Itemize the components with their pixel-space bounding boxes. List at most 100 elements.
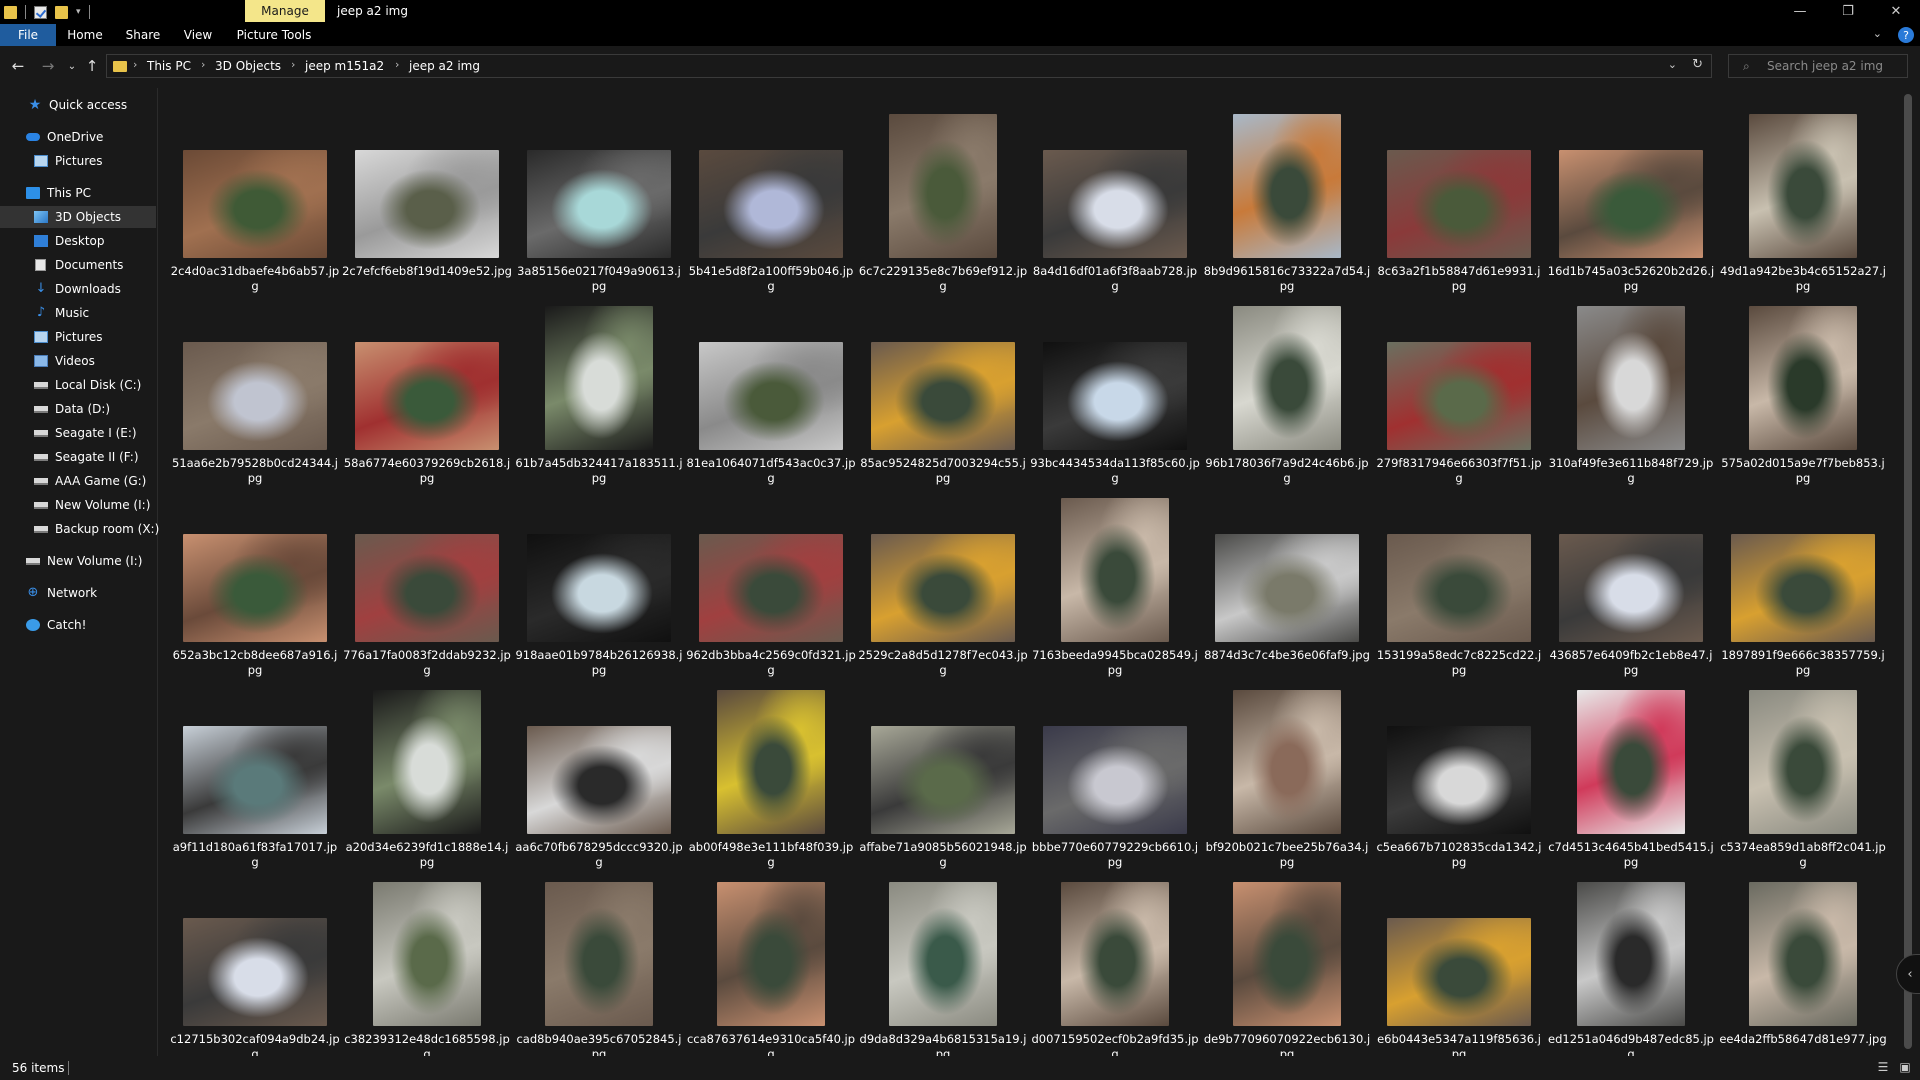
file-item[interactable]: 16d1b745a03c52620b2d26.jpg bbox=[1546, 100, 1716, 293]
sidebar-item-videos[interactable]: Videos bbox=[0, 350, 156, 372]
file-item[interactable]: aa6c70fb678295dccc9320.jpg bbox=[514, 676, 684, 869]
large-icons-view-icon[interactable]: ▣ bbox=[1898, 1060, 1912, 1074]
file-item[interactable]: 8a4d16df01a6f3f8aab728.jpg bbox=[1030, 100, 1200, 293]
file-item[interactable]: c5374ea859d1ab8ff2c041.jpg bbox=[1718, 676, 1888, 869]
file-item[interactable]: a9f11d180a61f83fa17017.jpg bbox=[170, 676, 340, 869]
scrollbar-thumb[interactable] bbox=[1904, 94, 1912, 1049]
breadcrumb-this-pc[interactable]: This PC bbox=[147, 59, 191, 73]
address-bar[interactable]: › This PC › 3D Objects › jeep m151a2 › j… bbox=[106, 54, 1712, 78]
file-item[interactable]: bbbe770e60779229cb6610.jpg bbox=[1030, 676, 1200, 869]
properties-icon[interactable] bbox=[34, 5, 47, 19]
file-item[interactable]: 776a17fa0083f2ddab9232.jpg bbox=[342, 484, 512, 677]
file-item[interactable]: c12715b302caf094a9db24.jpg bbox=[170, 868, 340, 1056]
breadcrumb-separator-icon[interactable]: › bbox=[133, 58, 137, 71]
breadcrumb-separator-icon[interactable]: › bbox=[291, 58, 295, 71]
sidebar-item-local-disk-c[interactable]: Local Disk (C:) bbox=[0, 374, 156, 396]
file-item[interactable]: e6b0443e5347a119f85636.jpg bbox=[1374, 868, 1544, 1056]
sidebar-item-downloads[interactable]: ↓ Downloads bbox=[0, 278, 156, 300]
sidebar-item-desktop[interactable]: Desktop bbox=[0, 230, 156, 252]
search-input[interactable] bbox=[1767, 57, 1903, 75]
file-item[interactable]: 96b178036f7a9d24c46b6.jpg bbox=[1202, 292, 1372, 485]
file-item[interactable]: ed1251a046d9b487edc85.jpg bbox=[1546, 868, 1716, 1056]
breadcrumb-jeep-m151a2[interactable]: jeep m151a2 bbox=[305, 59, 384, 73]
sidebar-item-quick-access[interactable]: ★ Quick access bbox=[0, 94, 156, 116]
file-item[interactable]: 6c7c229135e8c7b69ef912.jpg bbox=[858, 100, 1028, 293]
sidebar-item-seagate-f[interactable]: Seagate II (F:) bbox=[0, 446, 156, 468]
file-item[interactable]: bf920b021c7bee25b76a34.jpg bbox=[1202, 676, 1372, 869]
vertical-scrollbar[interactable] bbox=[1900, 90, 1918, 1056]
tab-home[interactable]: Home bbox=[60, 24, 110, 46]
file-item[interactable]: de9b77096070922ecb6130.jpg bbox=[1202, 868, 1372, 1056]
file-item[interactable]: 1897891f9e666c38357759.jpg bbox=[1718, 484, 1888, 677]
search-box[interactable]: ⌕ bbox=[1728, 54, 1908, 78]
minimize-button[interactable]: — bbox=[1780, 2, 1820, 20]
sidebar-item-seagate-e[interactable]: Seagate I (E:) bbox=[0, 422, 156, 444]
help-icon[interactable]: ? bbox=[1898, 27, 1914, 43]
sidebar-item-new-volume-i-root[interactable]: New Volume (I:) bbox=[0, 550, 156, 572]
new-folder-icon[interactable] bbox=[55, 5, 68, 19]
sidebar-item-documents[interactable]: Documents bbox=[0, 254, 156, 276]
back-icon[interactable]: ← bbox=[8, 56, 28, 76]
file-item[interactable]: 962db3bba4c2569c0fd321.jpg bbox=[686, 484, 856, 677]
sidebar-item-this-pc[interactable]: This PC bbox=[0, 182, 156, 204]
file-item[interactable]: 49d1a942be3b4c65152a27.jpg bbox=[1718, 100, 1888, 293]
breadcrumb-separator-icon[interactable]: › bbox=[395, 58, 399, 71]
file-item[interactable]: 575a02d015a9e7f7beb853.jpg bbox=[1718, 292, 1888, 485]
file-item[interactable]: cad8b940ae395c67052845.jpg bbox=[514, 868, 684, 1056]
file-item[interactable]: a20d34e6239fd1c1888e14.jpg bbox=[342, 676, 512, 869]
file-item[interactable]: c38239312e48dc1685598.jpg bbox=[342, 868, 512, 1056]
file-item[interactable]: ab00f498e3e111bf48f039.jpg bbox=[686, 676, 856, 869]
file-item[interactable]: 652a3bc12cb8dee687a916.jpg bbox=[170, 484, 340, 677]
file-item[interactable]: 8c63a2f1b58847d61e9931.jpg bbox=[1374, 100, 1544, 293]
file-item[interactable]: 279f8317946e66303f7f51.jpg bbox=[1374, 292, 1544, 485]
file-item[interactable]: 153199a58edc7c8225cd22.jpg bbox=[1374, 484, 1544, 677]
breadcrumb-3d-objects[interactable]: 3D Objects bbox=[215, 59, 281, 73]
file-item[interactable]: 51aa6e2b79528b0cd24344.jpg bbox=[170, 292, 340, 485]
file-item[interactable]: 2c4d0ac31dbaefe4b6ab57.jpg bbox=[170, 100, 340, 293]
file-item[interactable]: 93bc4434534da113f85c60.jpg bbox=[1030, 292, 1200, 485]
file-item[interactable]: 8b9d9615816c73322a7d54.jpg bbox=[1202, 100, 1372, 293]
file-item[interactable]: affabe71a9085b56021948.jpg bbox=[858, 676, 1028, 869]
file-item[interactable]: 7163beeda9945bca028549.jpg bbox=[1030, 484, 1200, 677]
manage-tab[interactable]: Manage bbox=[245, 0, 325, 22]
file-item[interactable]: 436857e6409fb2c1eb8e47.jpg bbox=[1546, 484, 1716, 677]
breadcrumb-jeep-a2-img[interactable]: jeep a2 img bbox=[409, 59, 480, 73]
forward-icon[interactable]: → bbox=[38, 56, 58, 76]
file-item[interactable]: 5b41e5d8f2a100ff59b046.jpg bbox=[686, 100, 856, 293]
customize-toolbar-icon[interactable]: ▾ bbox=[76, 7, 81, 17]
tab-share[interactable]: Share bbox=[118, 24, 168, 46]
sidebar-item-network[interactable]: ⊕ Network bbox=[0, 582, 156, 604]
tab-picture-tools[interactable]: Picture Tools bbox=[232, 24, 316, 46]
file-item[interactable]: 310af49fe3e611b848f729.jpg bbox=[1546, 292, 1716, 485]
file-item[interactable]: 85ac9524825d7003294c55.jpg bbox=[858, 292, 1028, 485]
file-item[interactable]: 58a6774e60379269cb2618.jpg bbox=[342, 292, 512, 485]
file-item[interactable]: 61b7a45db324417a183511.jpg bbox=[514, 292, 684, 485]
file-item[interactable]: 3a85156e0217f049a90613.jpg bbox=[514, 100, 684, 293]
sidebar-item-data-d[interactable]: Data (D:) bbox=[0, 398, 156, 420]
sidebar-item-music[interactable]: ♪ Music bbox=[0, 302, 156, 324]
restore-button[interactable]: ❐ bbox=[1828, 2, 1868, 20]
tab-view[interactable]: View bbox=[176, 24, 220, 46]
up-icon[interactable]: ↑ bbox=[82, 56, 102, 76]
tab-file[interactable]: File bbox=[0, 24, 56, 46]
details-view-icon[interactable]: ☰ bbox=[1876, 1060, 1890, 1074]
file-item[interactable]: 2529c2a8d5d1278f7ec043.jpg bbox=[858, 484, 1028, 677]
sidebar-item-onedrive[interactable]: OneDrive bbox=[0, 126, 156, 148]
sidebar-item-catch[interactable]: Catch! bbox=[0, 614, 156, 636]
file-item[interactable]: 81ea1064071df543ac0c37.jpg bbox=[686, 292, 856, 485]
file-item[interactable]: c7d4513c4645b41bed5415.jpg bbox=[1546, 676, 1716, 869]
file-item[interactable]: cca87637614e9310ca5f40.jpg bbox=[686, 868, 856, 1056]
file-item[interactable]: c5ea667b7102835cda1342.jpg bbox=[1374, 676, 1544, 869]
sidebar-item-new-volume-i[interactable]: New Volume (I:) bbox=[0, 494, 156, 516]
sidebar-item-3d-objects[interactable]: 3D Objects bbox=[0, 206, 156, 228]
recent-locations-icon[interactable]: ⌄ bbox=[62, 56, 82, 76]
expand-ribbon-icon[interactable]: ⌄ bbox=[1873, 27, 1882, 40]
file-item[interactable]: 8874d3c7c4be36e06faf9.jpg bbox=[1202, 484, 1372, 674]
file-item[interactable]: 918aae01b9784b26126938.jpg bbox=[514, 484, 684, 677]
sidebar-item-aaa-game-g[interactable]: AAA Game (G:) bbox=[0, 470, 156, 492]
sidebar-item-backup-room-x[interactable]: Backup room (X:) bbox=[0, 518, 159, 540]
file-item[interactable]: ee4da2ffb58647d81e977.jpg bbox=[1718, 868, 1888, 1056]
file-item[interactable]: d9da8d329a4b6815315a19.jpg bbox=[858, 868, 1028, 1056]
close-button[interactable]: ✕ bbox=[1876, 2, 1916, 20]
file-item[interactable]: 2c7efcf6eb8f19d1409e52.jpg bbox=[342, 100, 512, 290]
